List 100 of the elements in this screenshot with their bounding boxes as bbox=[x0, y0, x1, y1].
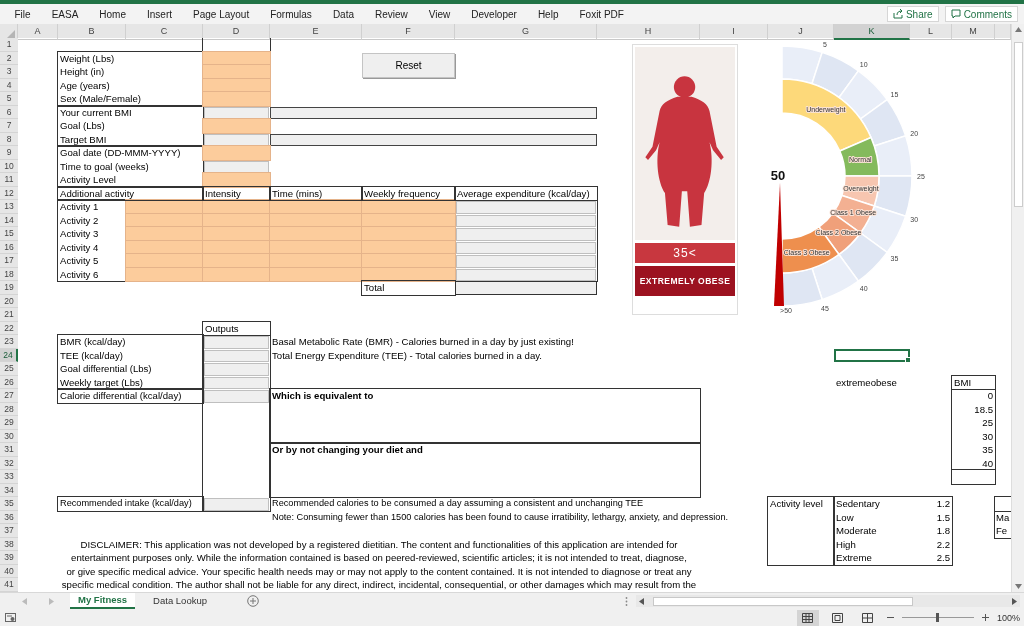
reset-button[interactable]: Reset bbox=[362, 52, 455, 78]
input-cell[interactable] bbox=[270, 227, 362, 241]
input-cell[interactable] bbox=[203, 78, 270, 92]
column-header[interactable]: I bbox=[700, 24, 768, 40]
sheet-tab[interactable]: Data Lookup bbox=[145, 593, 215, 609]
input-cell[interactable] bbox=[126, 254, 203, 268]
row-header[interactable]: 35 bbox=[0, 497, 18, 511]
column-header[interactable]: L bbox=[910, 24, 952, 40]
input-cell[interactable] bbox=[203, 240, 270, 254]
row-header[interactable]: 19 bbox=[0, 281, 18, 295]
input-cell[interactable] bbox=[126, 213, 203, 227]
activity-label: Activity 1 bbox=[59, 200, 100, 214]
input-cell[interactable] bbox=[203, 92, 270, 106]
comments-button[interactable]: Comments bbox=[944, 6, 1018, 22]
input-cell[interactable] bbox=[270, 254, 362, 268]
input-cell[interactable] bbox=[270, 213, 362, 227]
input-cell[interactable] bbox=[270, 240, 362, 254]
input-cell[interactable] bbox=[362, 213, 455, 227]
column-header[interactable]: K bbox=[834, 24, 910, 40]
scroll-down-icon[interactable] bbox=[1014, 584, 1022, 589]
input-cell[interactable] bbox=[362, 267, 455, 281]
output-label: Recommended intake (kcal/day) bbox=[59, 497, 193, 510]
input-cell[interactable] bbox=[203, 51, 270, 65]
menu-item[interactable]: Developer bbox=[460, 8, 528, 20]
row-header[interactable]: 29 bbox=[0, 416, 18, 430]
share-button[interactable]: Share bbox=[886, 6, 939, 22]
row-header[interactable]: 41 bbox=[0, 578, 18, 592]
output-label: Calorie differential (kcal/day) bbox=[59, 389, 183, 403]
input-cell[interactable] bbox=[203, 267, 270, 281]
menu-item[interactable]: Home bbox=[88, 8, 137, 20]
menu-item[interactable]: Formulas bbox=[259, 8, 323, 20]
input-cell[interactable] bbox=[203, 65, 270, 79]
selected-cell[interactable] bbox=[834, 348, 910, 362]
vertical-scrollbar[interactable] bbox=[1011, 24, 1024, 592]
macro-record-icon[interactable] bbox=[5, 612, 16, 623]
column-header[interactable]: B bbox=[58, 24, 126, 40]
menu-item[interactable]: View bbox=[418, 8, 461, 20]
row-header[interactable]: 33 bbox=[0, 470, 18, 484]
menu-item[interactable]: Foxit PDF bbox=[568, 8, 635, 20]
menu-item[interactable]: Page Layout bbox=[182, 8, 260, 20]
menu-item[interactable]: File bbox=[4, 8, 42, 20]
zoom-in-icon[interactable] bbox=[981, 614, 989, 621]
input-cell[interactable] bbox=[126, 227, 203, 241]
row-header[interactable]: 25 bbox=[0, 362, 18, 376]
menu-item[interactable]: Insert bbox=[136, 8, 183, 20]
row-header[interactable]: 11 bbox=[0, 173, 18, 187]
input-cell[interactable] bbox=[203, 227, 270, 241]
column-header[interactable]: D bbox=[203, 24, 270, 40]
row-header[interactable]: 7 bbox=[0, 119, 18, 133]
splitter-icon[interactable] bbox=[625, 596, 628, 606]
row-header[interactable]: 17 bbox=[0, 254, 18, 268]
column-header[interactable]: G bbox=[455, 24, 597, 40]
column-header[interactable]: C bbox=[126, 24, 203, 40]
scroll-right-icon[interactable] bbox=[1012, 597, 1017, 605]
input-cell[interactable] bbox=[362, 240, 455, 254]
input-cell[interactable] bbox=[126, 267, 203, 281]
input-cell[interactable] bbox=[203, 119, 270, 133]
row-header[interactable]: 13 bbox=[0, 200, 18, 214]
input-cell[interactable] bbox=[203, 173, 270, 187]
row-header[interactable]: 27 bbox=[0, 389, 18, 403]
menu-item[interactable]: EASA bbox=[41, 8, 89, 20]
table-cell-text: Sedentary bbox=[835, 497, 881, 511]
input-cell[interactable] bbox=[126, 240, 203, 254]
normal-view-button[interactable] bbox=[796, 609, 819, 626]
row-header[interactable]: 15 bbox=[0, 227, 18, 241]
scrollbar-thumb[interactable] bbox=[1013, 42, 1023, 207]
zoom-level[interactable]: 100% bbox=[996, 612, 1020, 623]
input-cell[interactable] bbox=[203, 146, 270, 160]
sheet-tab[interactable]: My Fitness bbox=[70, 593, 136, 609]
row-header[interactable]: 31 bbox=[0, 443, 18, 457]
row-header[interactable]: 9 bbox=[0, 146, 18, 160]
input-cell[interactable] bbox=[362, 227, 455, 241]
scroll-left-icon[interactable] bbox=[639, 597, 644, 605]
column-header[interactable]: H bbox=[597, 24, 700, 40]
column-header[interactable]: E bbox=[270, 24, 362, 40]
previous-sheet-icon[interactable] bbox=[22, 597, 27, 605]
scrollbar-thumb[interactable] bbox=[653, 596, 913, 606]
input-cell[interactable] bbox=[203, 213, 270, 227]
input-cell[interactable] bbox=[362, 254, 455, 268]
scroll-up-icon[interactable] bbox=[1014, 27, 1022, 32]
input-cell[interactable] bbox=[203, 254, 270, 268]
column-header[interactable]: A bbox=[18, 24, 58, 40]
row-header[interactable]: 3 bbox=[0, 65, 18, 79]
zoom-slider-thumb[interactable] bbox=[936, 613, 940, 622]
column-header[interactable]: M bbox=[952, 24, 995, 40]
next-sheet-icon[interactable] bbox=[49, 597, 54, 605]
row-header[interactable]: 23 bbox=[0, 335, 18, 349]
row-header[interactable]: 37 bbox=[0, 524, 18, 538]
row-header[interactable]: 39 bbox=[0, 551, 18, 565]
menu-item[interactable]: Data bbox=[322, 8, 365, 20]
add-sheet-icon[interactable] bbox=[247, 595, 259, 607]
menu-item[interactable]: Help bbox=[527, 8, 569, 20]
column-header[interactable]: F bbox=[362, 24, 455, 40]
zoom-out-icon[interactable] bbox=[886, 614, 894, 621]
row-header[interactable]: 1 bbox=[0, 38, 18, 52]
row-header[interactable]: 21 bbox=[0, 308, 18, 322]
input-cell[interactable] bbox=[270, 267, 362, 281]
menu-item[interactable]: Review bbox=[364, 8, 419, 20]
horizontal-scrollbar[interactable] bbox=[636, 595, 1020, 607]
row-header[interactable]: 5 bbox=[0, 92, 18, 106]
